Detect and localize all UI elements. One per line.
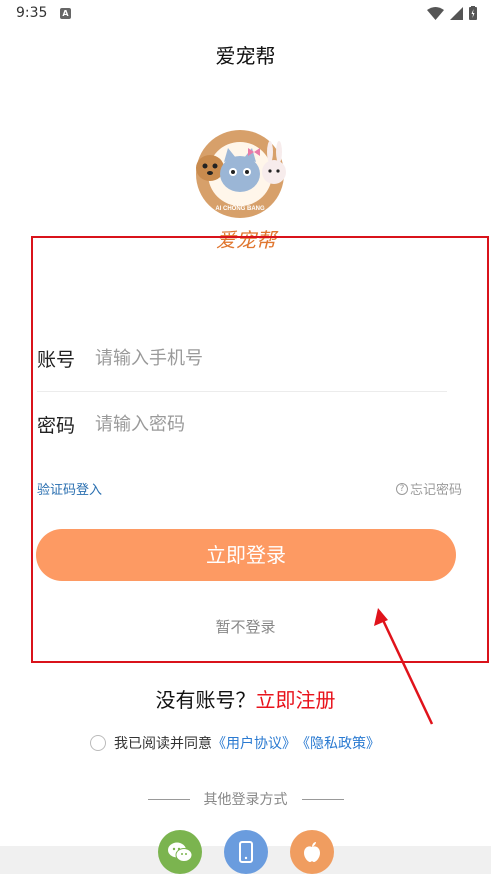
- privacy-policy-link[interactable]: 《隐私政策》: [296, 733, 380, 753]
- logo-ring-text: AI CHONG BANG: [215, 206, 265, 212]
- forgot-password-label: 忘记密码: [409, 483, 462, 498]
- wifi-icon: [427, 6, 444, 20]
- password-label: 密码: [37, 414, 76, 437]
- divider-line-right: [301, 798, 344, 800]
- status-time: 9:35: [16, 5, 48, 21]
- account-field: 账号: [37, 338, 447, 378]
- password-field: 密码: [37, 404, 447, 444]
- phone-icon: [239, 841, 253, 863]
- apple-login-button[interactable]: [290, 830, 334, 874]
- other-login-label: 其他登录方式: [203, 792, 288, 808]
- phone-login-button[interactable]: [224, 830, 268, 874]
- other-login-heading: 其他登录方式: [0, 789, 491, 809]
- agreement-checkbox[interactable]: [90, 735, 106, 751]
- field-divider: [37, 391, 447, 392]
- wechat-login-button[interactable]: [158, 830, 202, 874]
- wechat-icon: [168, 842, 193, 862]
- agreement-row: 我已阅读并同意 《用户协议》 《隐私政策》: [90, 733, 380, 753]
- register-row: 没有账号？立即注册: [0, 684, 491, 713]
- phone-input[interactable]: [95, 347, 425, 369]
- apple-icon: [304, 842, 320, 862]
- status-icons: [427, 6, 477, 20]
- app-notification-icon: A: [60, 8, 71, 19]
- agreement-prefix: 我已阅读并同意: [114, 736, 212, 752]
- forgot-password-link[interactable]: ? 忘记密码: [395, 479, 462, 498]
- account-label: 账号: [37, 348, 76, 371]
- page-title: 爱宠帮: [215, 44, 276, 68]
- battery-icon: [469, 6, 477, 20]
- divider-line-left: [147, 798, 190, 800]
- signal-icon: [450, 6, 463, 20]
- app-logo: AI CHONG BANG 爱宠帮: [188, 126, 300, 254]
- register-link[interactable]: 立即注册: [256, 688, 336, 712]
- highlight-box: [31, 236, 489, 663]
- login-button[interactable]: 立即登录: [36, 529, 456, 581]
- sms-login-link[interactable]: 验证码登入: [37, 479, 102, 498]
- question-icon: ?: [395, 482, 408, 495]
- user-agreement-link[interactable]: 《用户协议》: [212, 733, 296, 753]
- status-bar: 9:35 A: [0, 0, 491, 28]
- password-input[interactable]: [95, 413, 425, 435]
- register-prompt: 没有账号？: [155, 688, 256, 712]
